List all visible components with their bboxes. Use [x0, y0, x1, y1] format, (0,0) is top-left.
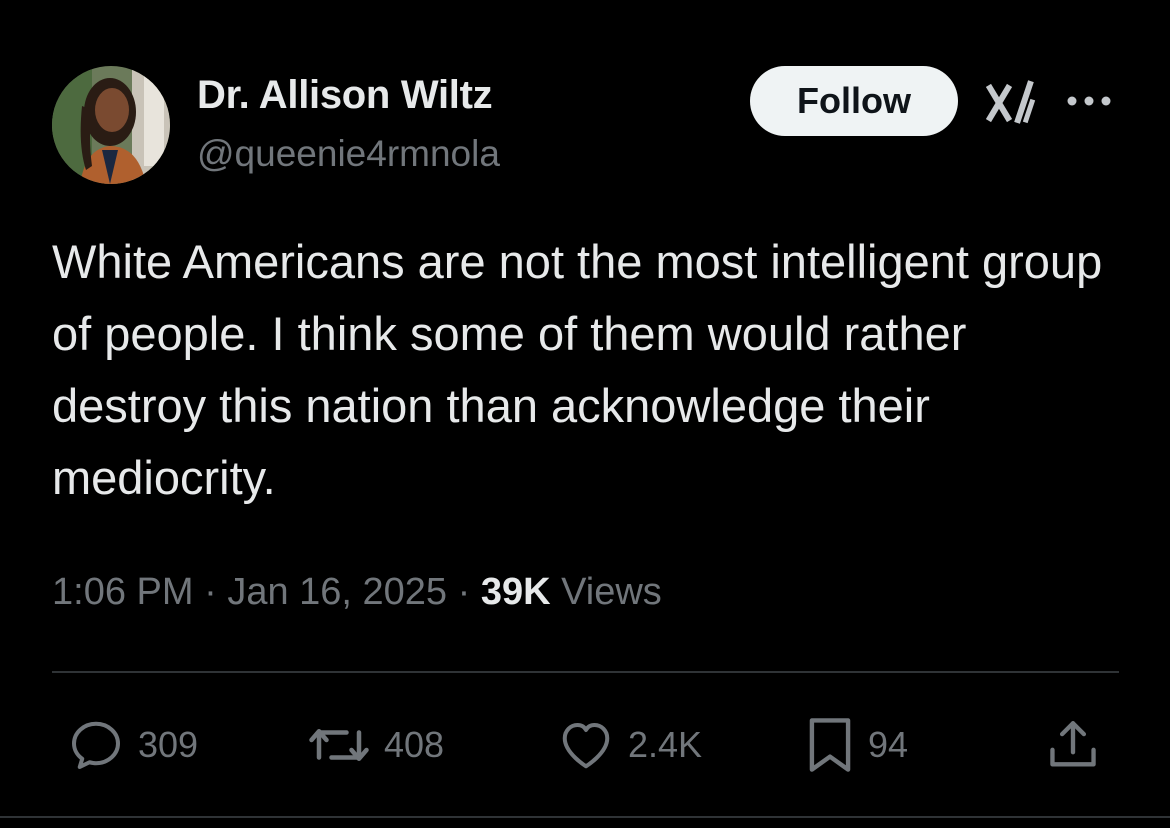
- follow-button[interactable]: Follow: [750, 66, 958, 136]
- reply-icon: [72, 721, 120, 769]
- repost-icon: [309, 729, 369, 761]
- reply-button[interactable]: 309: [66, 712, 198, 778]
- repost-button[interactable]: 408: [306, 712, 444, 778]
- divider: [52, 671, 1119, 673]
- avatar[interactable]: [52, 66, 170, 184]
- like-count: 2.4K: [628, 724, 703, 765]
- grok-icon[interactable]: [986, 80, 1036, 126]
- tweet-date[interactable]: Jan 16, 2025: [227, 571, 447, 613]
- bookmark-icon: [809, 718, 851, 772]
- bookmark-button[interactable]: 94: [804, 712, 908, 778]
- tweet-meta: 1:06 PM · Jan 16, 2025 · 39K Views: [52, 568, 662, 616]
- tweet-time[interactable]: 1:06 PM: [52, 571, 194, 613]
- author-handle[interactable]: @queenie4rmnola: [197, 132, 500, 176]
- profile-photo-icon: [52, 66, 170, 184]
- tweet-text: White Americans are not the most intelli…: [52, 235, 1103, 504]
- share-button[interactable]: [1044, 712, 1102, 778]
- like-button[interactable]: 2.4K: [556, 712, 702, 778]
- meta-separator: ·: [457, 571, 471, 613]
- divider: [0, 816, 1170, 818]
- views-label[interactable]: Views: [561, 571, 662, 613]
- views-count[interactable]: 39K: [481, 571, 551, 613]
- tweet-detail: Dr. Allison Wiltz @queenie4rmnola Follow…: [0, 0, 1170, 828]
- more-horizontal-icon[interactable]: [1066, 94, 1112, 108]
- reply-count: 309: [138, 724, 199, 765]
- author-display-name[interactable]: Dr. Allison Wiltz: [197, 72, 493, 118]
- bookmark-count: 94: [868, 724, 909, 765]
- repost-count: 408: [384, 724, 445, 765]
- heart-icon: [562, 723, 610, 769]
- share-icon: [1050, 721, 1096, 767]
- meta-separator: ·: [204, 571, 217, 613]
